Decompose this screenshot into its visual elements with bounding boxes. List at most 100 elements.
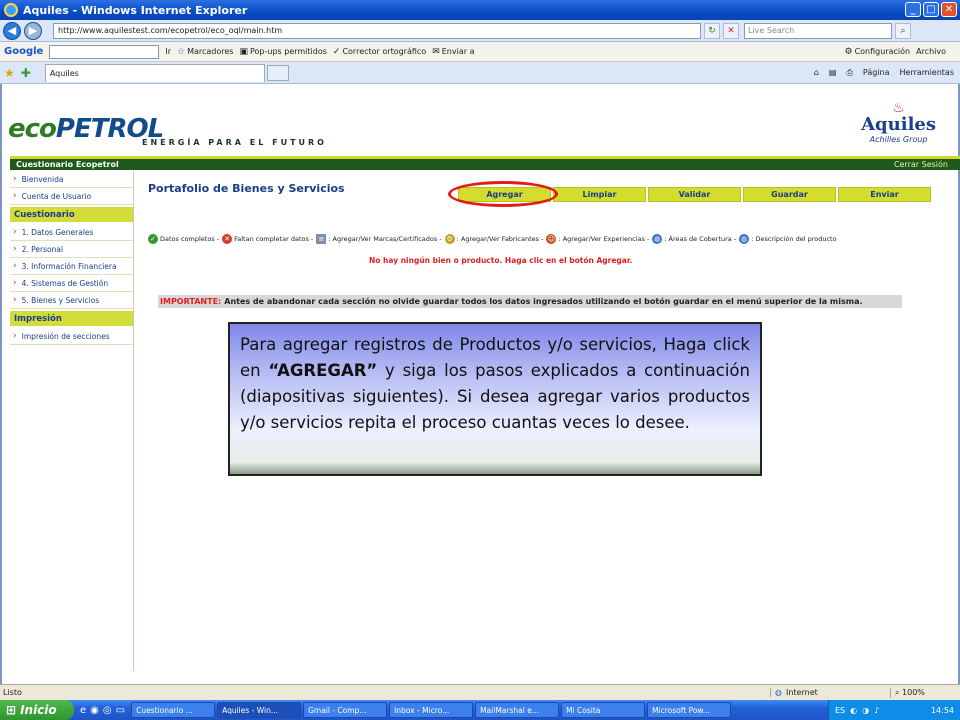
search-icon[interactable]: ⌕ [895, 22, 911, 39]
sidebar-section-impresion: Impresión [10, 311, 133, 326]
send-icon: ✉ [432, 46, 440, 57]
task-item[interactable]: Inbox - Micro... [389, 702, 474, 718]
chevron-right-icon: › [13, 295, 17, 305]
sidebar-item-label: 5. Bienes y Servicios [21, 295, 100, 305]
google-search-input[interactable] [49, 44, 160, 59]
window-title: Aquiles - Windows Internet Explorer [23, 3, 248, 17]
tab-aquiles[interactable]: Aquiles [44, 63, 265, 82]
forward-button[interactable]: ▶ [24, 21, 42, 40]
task-item[interactable]: Cuestionario ... [131, 702, 216, 718]
maximize-button[interactable]: □ [923, 2, 939, 17]
refresh-icon[interactable]: ↻ [704, 22, 720, 39]
sidebar-item-datos-generales[interactable]: › 1. Datos Generales [10, 224, 133, 241]
questionnaire-title: Cuestionario Ecopetrol [16, 160, 119, 169]
zoom-control[interactable]: ⌕ 100% [890, 687, 960, 698]
globe-icon: ◍ [739, 234, 750, 244]
task-item[interactable]: Aquiles - Win... [217, 702, 302, 718]
limpiar-button[interactable]: Limpiar [553, 187, 646, 202]
new-tab-button[interactable] [266, 64, 289, 81]
media-icon[interactable]: ◎ [103, 705, 112, 716]
factory-icon: ⚙ [444, 234, 455, 244]
settings-button[interactable]: ⚙ Configuración [845, 47, 911, 57]
validar-button[interactable]: Validar [648, 187, 741, 202]
page-menu[interactable]: Página [863, 68, 890, 77]
sidebar-item-impresion-secciones[interactable]: › Impresión de secciones [10, 328, 133, 345]
language-indicator[interactable]: ES [835, 706, 845, 715]
system-tray: ES ◐ ◑ ♪ 14:54 [828, 700, 960, 720]
popup-icon: ▣ [239, 46, 248, 57]
sidebar-item-cuenta[interactable]: › Cuenta de Usuario [10, 188, 133, 205]
flame-icon: ♨ [892, 100, 905, 116]
legend-label: : Agregar/Ver Fabricantes - [456, 235, 544, 243]
chevron-right-icon: › [13, 278, 17, 288]
callout-bold: “AGREGAR” [268, 361, 378, 380]
status-bar: Listo ◍ Internet ⌕ 100% [0, 684, 960, 700]
tagline: ENERGÍA PARA EL FUTURO [142, 138, 327, 147]
zone-label: Internet [785, 688, 818, 697]
desktop-icon[interactable]: ▭ [116, 705, 125, 716]
spellcheck-label: Corrector ortográfico [342, 47, 427, 56]
guardar-button[interactable]: Guardar [743, 187, 836, 202]
google-toolbar: Google Ir ☆ Marcadores ▣ Pop-ups permitido… [0, 42, 960, 62]
close-button[interactable]: ✕ [941, 2, 957, 17]
live-search-input[interactable]: Live Search [744, 22, 892, 39]
legend-label: Faltan completar datos - [234, 235, 314, 243]
chevron-right-icon: › [13, 174, 17, 184]
magnifier-icon: ⌕ [895, 687, 900, 697]
google-go-button[interactable]: Ir [165, 47, 171, 56]
clock[interactable]: 14:54 [931, 706, 954, 715]
tray-icon[interactable]: ♪ [874, 706, 879, 715]
legend-label: : Descripción del producto [751, 235, 837, 243]
task-item[interactable]: Gmail - Comp... [303, 702, 388, 718]
legend-label: Datos completos - [160, 235, 220, 243]
feeds-icon[interactable]: ▤ [829, 68, 837, 77]
stop-icon[interactable]: ✕ [723, 22, 739, 39]
home-icon[interactable]: ⌂ [814, 68, 819, 77]
chevron-right-icon: › [13, 191, 17, 201]
sidebar-item-personal[interactable]: › 2. Personal [10, 241, 133, 258]
tray-icon[interactable]: ◐ [850, 706, 857, 715]
sidebar-item-info-financiera[interactable]: › 3. Información Financiera [10, 258, 133, 275]
task-item[interactable]: Microsoft Pow... [647, 702, 732, 718]
globe-icon: ◍ [775, 688, 782, 697]
ie-quicklaunch-icon[interactable]: e [80, 705, 86, 716]
start-button[interactable]: ⊞ Inicio [0, 700, 74, 720]
status-text: Listo [3, 688, 22, 697]
url-field[interactable]: http://www.aquilestest.com/ecopetrol/eco… [53, 22, 701, 39]
tools-menu[interactable]: Herramientas [900, 68, 955, 77]
sidebar-item-label: Bienvenida [21, 174, 64, 184]
sidebar-item-bienvenida[interactable]: › Bienvenida [10, 171, 133, 188]
sidebar-item-label: 1. Datos Generales [21, 227, 94, 237]
page-title: Portafolio de Bienes y Servicios [148, 182, 345, 195]
logout-link[interactable]: Cerrar Sesión [894, 160, 960, 169]
address-bar: ◀ ▶ http://www.aquilestest.com/ecopetrol… [0, 20, 960, 42]
archive-button[interactable]: Archivo [916, 47, 960, 56]
highlight-oval [448, 181, 558, 207]
bookmarks-label: Marcadores [187, 47, 234, 56]
spellcheck-button[interactable]: ✓ Corrector ortográfico [333, 47, 426, 57]
aquiles-logo: ♨ Aquiles Achilles Group [861, 100, 936, 144]
google-logo: Google [4, 46, 44, 57]
sidebar-item-sistemas-gestion[interactable]: › 4. Sistemas de Gestión [10, 275, 133, 292]
enviar-button[interactable]: Enviar [838, 187, 931, 202]
favorites-star-icon[interactable]: ★ [4, 66, 15, 80]
print-icon[interactable]: ⎙ [846, 68, 852, 78]
questionnaire-bar: Cuestionario Ecopetrol Cerrar Sesión [10, 156, 960, 170]
star-icon: ☆ [176, 46, 186, 57]
important-text: Antes de abandonar cada sección no olvid… [224, 297, 863, 306]
task-item[interactable]: MailMarshal e... [475, 702, 560, 718]
popups-button[interactable]: ▣ Pop-ups permitidos [239, 47, 326, 57]
chevron-right-icon: › [13, 261, 17, 271]
chevron-right-icon: › [13, 227, 17, 237]
minimize-button[interactable]: _ [905, 2, 921, 17]
add-favorite-icon[interactable]: ✚ [21, 66, 31, 80]
aquiles-sub: Achilles Group [869, 135, 928, 144]
globe-icon: ◍ [652, 234, 663, 244]
bookmarks-button[interactable]: ☆ Marcadores [177, 47, 233, 57]
tray-icon[interactable]: ◑ [862, 706, 869, 715]
task-item[interactable]: Mi Cosita [561, 702, 646, 718]
sidebar-item-bienes-servicios[interactable]: › 5. Bienes y Servicios [10, 292, 133, 309]
send-to-button[interactable]: ✉ Enviar a [432, 47, 474, 57]
firefox-icon[interactable]: ◉ [90, 705, 99, 716]
back-button[interactable]: ◀ [3, 21, 21, 40]
